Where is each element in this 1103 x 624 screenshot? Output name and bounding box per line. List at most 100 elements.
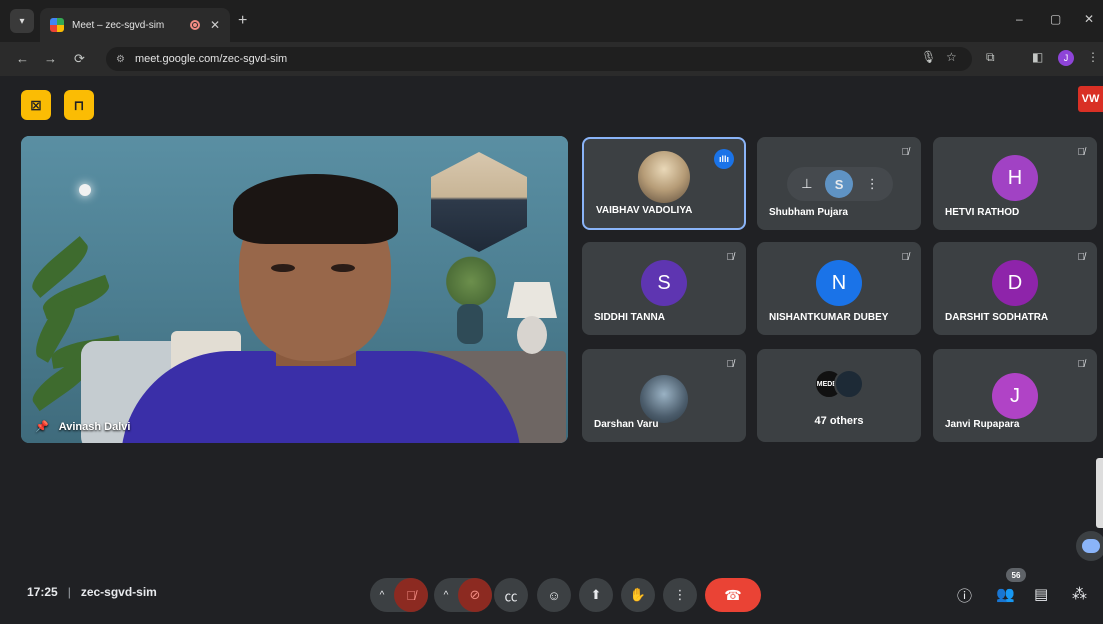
raise-hand-button[interactable]: ✋ — [621, 578, 655, 612]
muted-mic-icon: 🎙̸ — [901, 147, 910, 158]
profile-avatar[interactable]: J — [1058, 50, 1074, 66]
participant-avatar: D — [992, 260, 1038, 306]
tile-hover-controls: ⊥ S ⋮ — [787, 167, 893, 201]
participant-name: Shubham Pujara — [769, 207, 848, 218]
meet-window: ▾ Meet – zec-sgvd-sim ✕ + – ▢ ✕ ← → ⟳ ⚙ … — [0, 0, 1103, 624]
participant-name: Darshan Varu — [594, 419, 659, 430]
assistant-bot-button[interactable] — [1076, 531, 1103, 561]
recording-indicator-icon — [189, 20, 200, 30]
camera-off-indicator-icon[interactable]: ⊠ — [21, 90, 51, 120]
forward-icon[interactable]: → — [44, 51, 57, 66]
participant-name: HETVI RATHOD — [945, 207, 1020, 218]
lamp-shade — [507, 282, 557, 318]
pin-icon[interactable]: 📌 — [35, 420, 49, 433]
muted-mic-icon: 🎙̸ — [1077, 147, 1086, 158]
vase — [457, 304, 483, 344]
participant-avatar[interactable]: S — [825, 170, 854, 198]
lamp-base — [517, 316, 547, 354]
main-speaker-name: Avinash Dalvi — [58, 420, 131, 433]
leave-call-button[interactable]: ☎ — [705, 578, 761, 612]
main-speaker-tile[interactable]: 📌 Avinash Dalvi — [21, 136, 568, 443]
participant-name: Janvi Rupapara — [945, 419, 1020, 430]
participant-avatar: N — [816, 260, 862, 306]
captions-button[interactable]: ㏄ — [494, 578, 528, 612]
participant-tile[interactable]: J 🎙̸ Janvi Rupapara — [933, 349, 1097, 442]
speaker-hair — [233, 174, 398, 244]
browser-menu-icon[interactable]: ⋮ — [1087, 50, 1099, 64]
extensions-icon[interactable]: ⧉ — [986, 50, 995, 65]
camera-options-chevron-icon[interactable]: ^ — [434, 590, 458, 601]
camera-control-group: ^ ⊘ — [434, 578, 492, 612]
browser-toolbar: ← → ⟳ ⚙ meet.google.com/zec-sgvd-sim 🎙 ☆… — [0, 42, 1103, 76]
participant-tile[interactable]: D 🎙̸ DARSHIT SODHATRA — [933, 242, 1097, 335]
browser-tab-bar: ▾ Meet – zec-sgvd-sim ✕ + – ▢ ✕ — [0, 0, 1103, 42]
meeting-info: 17:25 | zec-sgvd-sim — [27, 585, 157, 599]
mic-off-button[interactable]: 🎙̸ — [394, 578, 428, 612]
pin-icon[interactable]: ⊥ — [801, 176, 812, 192]
minimize-icon[interactable]: – — [1016, 12, 1023, 26]
emoji-reactions-button[interactable]: ☺ — [537, 578, 571, 612]
back-icon[interactable]: ← — [16, 51, 29, 66]
chat-icon[interactable]: ▤ — [1034, 585, 1048, 603]
others-avatar — [834, 369, 864, 399]
others-avatar-stack: MEDEL — [814, 369, 864, 399]
tab-title: Meet – zec-sgvd-sim — [72, 19, 165, 31]
participant-tile[interactable]: N 🎙̸ NISHANTKUMAR DUBEY — [757, 242, 921, 335]
url-text: meet.google.com/zec-sgvd-sim — [134, 53, 288, 65]
main-speaker-label: 📌 Avinash Dalvi — [35, 420, 131, 434]
participant-avatar: H — [992, 155, 1038, 201]
muted-mic-icon: 🎙̸ — [726, 252, 735, 263]
participant-tile[interactable]: ıllı VAIBHAV VADOLIYA — [582, 137, 746, 230]
camera-off-button[interactable]: ⊘ — [458, 578, 492, 612]
others-count-label: 47 others — [814, 415, 864, 427]
participant-name: SIDDHI TANNA — [594, 312, 665, 323]
tab-search-button[interactable]: ▾ — [10, 9, 34, 33]
meeting-time: 17:25 — [27, 585, 58, 599]
microphone-permission-icon[interactable]: 🎙 — [921, 50, 936, 64]
more-options-button[interactable]: ⋮ — [663, 578, 697, 612]
people-icon[interactable]: 👥 — [996, 585, 1015, 603]
close-window-icon[interactable]: ✕ — [1084, 12, 1094, 26]
meeting-details-icon[interactable]: ⓘ — [957, 585, 972, 606]
present-screen-button[interactable]: ⬆ — [579, 578, 613, 612]
participant-name: DARSHIT SODHATRA — [945, 312, 1049, 323]
host-controls-icon[interactable]: ⊓ — [64, 90, 94, 120]
participant-avatar: S — [641, 260, 687, 306]
muted-mic-icon: 🎙̸ — [1077, 252, 1086, 263]
restore-icon[interactable]: ▢ — [1050, 12, 1061, 26]
more-options-icon[interactable]: ⋮ — [866, 176, 879, 192]
meeting-code: zec-sgvd-sim — [80, 585, 157, 599]
muted-mic-icon: 🎙̸ — [726, 359, 735, 370]
participant-photo-avatar — [638, 151, 690, 203]
participant-tile[interactable]: ⊥ S ⋮ 🎙̸ Shubham Pujara — [757, 137, 921, 230]
participant-photo-avatar — [640, 375, 688, 423]
mic-options-chevron-icon[interactable]: ^ — [370, 590, 394, 601]
browser-tab[interactable]: Meet – zec-sgvd-sim ✕ — [40, 8, 230, 42]
mic-control-group: ^ 🎙̸ — [370, 578, 428, 612]
vase-plant — [441, 254, 501, 309]
recording-side-tab[interactable] — [1096, 458, 1103, 528]
participant-tile[interactable]: 🎙̸ Darshan Varu — [582, 349, 746, 442]
side-panel-icon[interactable]: ◧ — [1032, 50, 1043, 64]
participant-tile[interactable]: S 🎙̸ SIDDHI TANNA — [582, 242, 746, 335]
meet-favicon-icon — [50, 18, 64, 32]
site-info-icon[interactable]: ⚙ — [116, 54, 125, 65]
wall-lamp — [79, 184, 91, 196]
speaker-eye — [271, 264, 295, 272]
speaker-eye — [331, 264, 355, 272]
address-bar[interactable]: ⚙ meet.google.com/zec-sgvd-sim — [106, 47, 972, 71]
participant-tile[interactable]: H 🎙̸ HETVI RATHOD — [933, 137, 1097, 230]
close-tab-icon[interactable]: ✕ — [210, 18, 220, 32]
activities-icon[interactable]: ⁂ — [1072, 585, 1087, 603]
separator: | — [67, 585, 71, 599]
participant-name: VAIBHAV VADOLIYA — [596, 205, 693, 216]
bookmark-star-icon[interactable]: ☆ — [946, 50, 957, 64]
others-tile[interactable]: MEDEL 47 others — [757, 349, 921, 442]
new-tab-button[interactable]: + — [238, 12, 247, 30]
muted-mic-icon: 🎙̸ — [1077, 359, 1086, 370]
reload-icon[interactable]: ⟳ — [74, 51, 85, 67]
participant-count-badge: 56 — [1006, 568, 1026, 582]
muted-mic-icon: 🎙̸ — [901, 252, 910, 263]
bot-icon — [1082, 539, 1100, 553]
speaking-indicator-icon: ıllı — [714, 149, 734, 169]
